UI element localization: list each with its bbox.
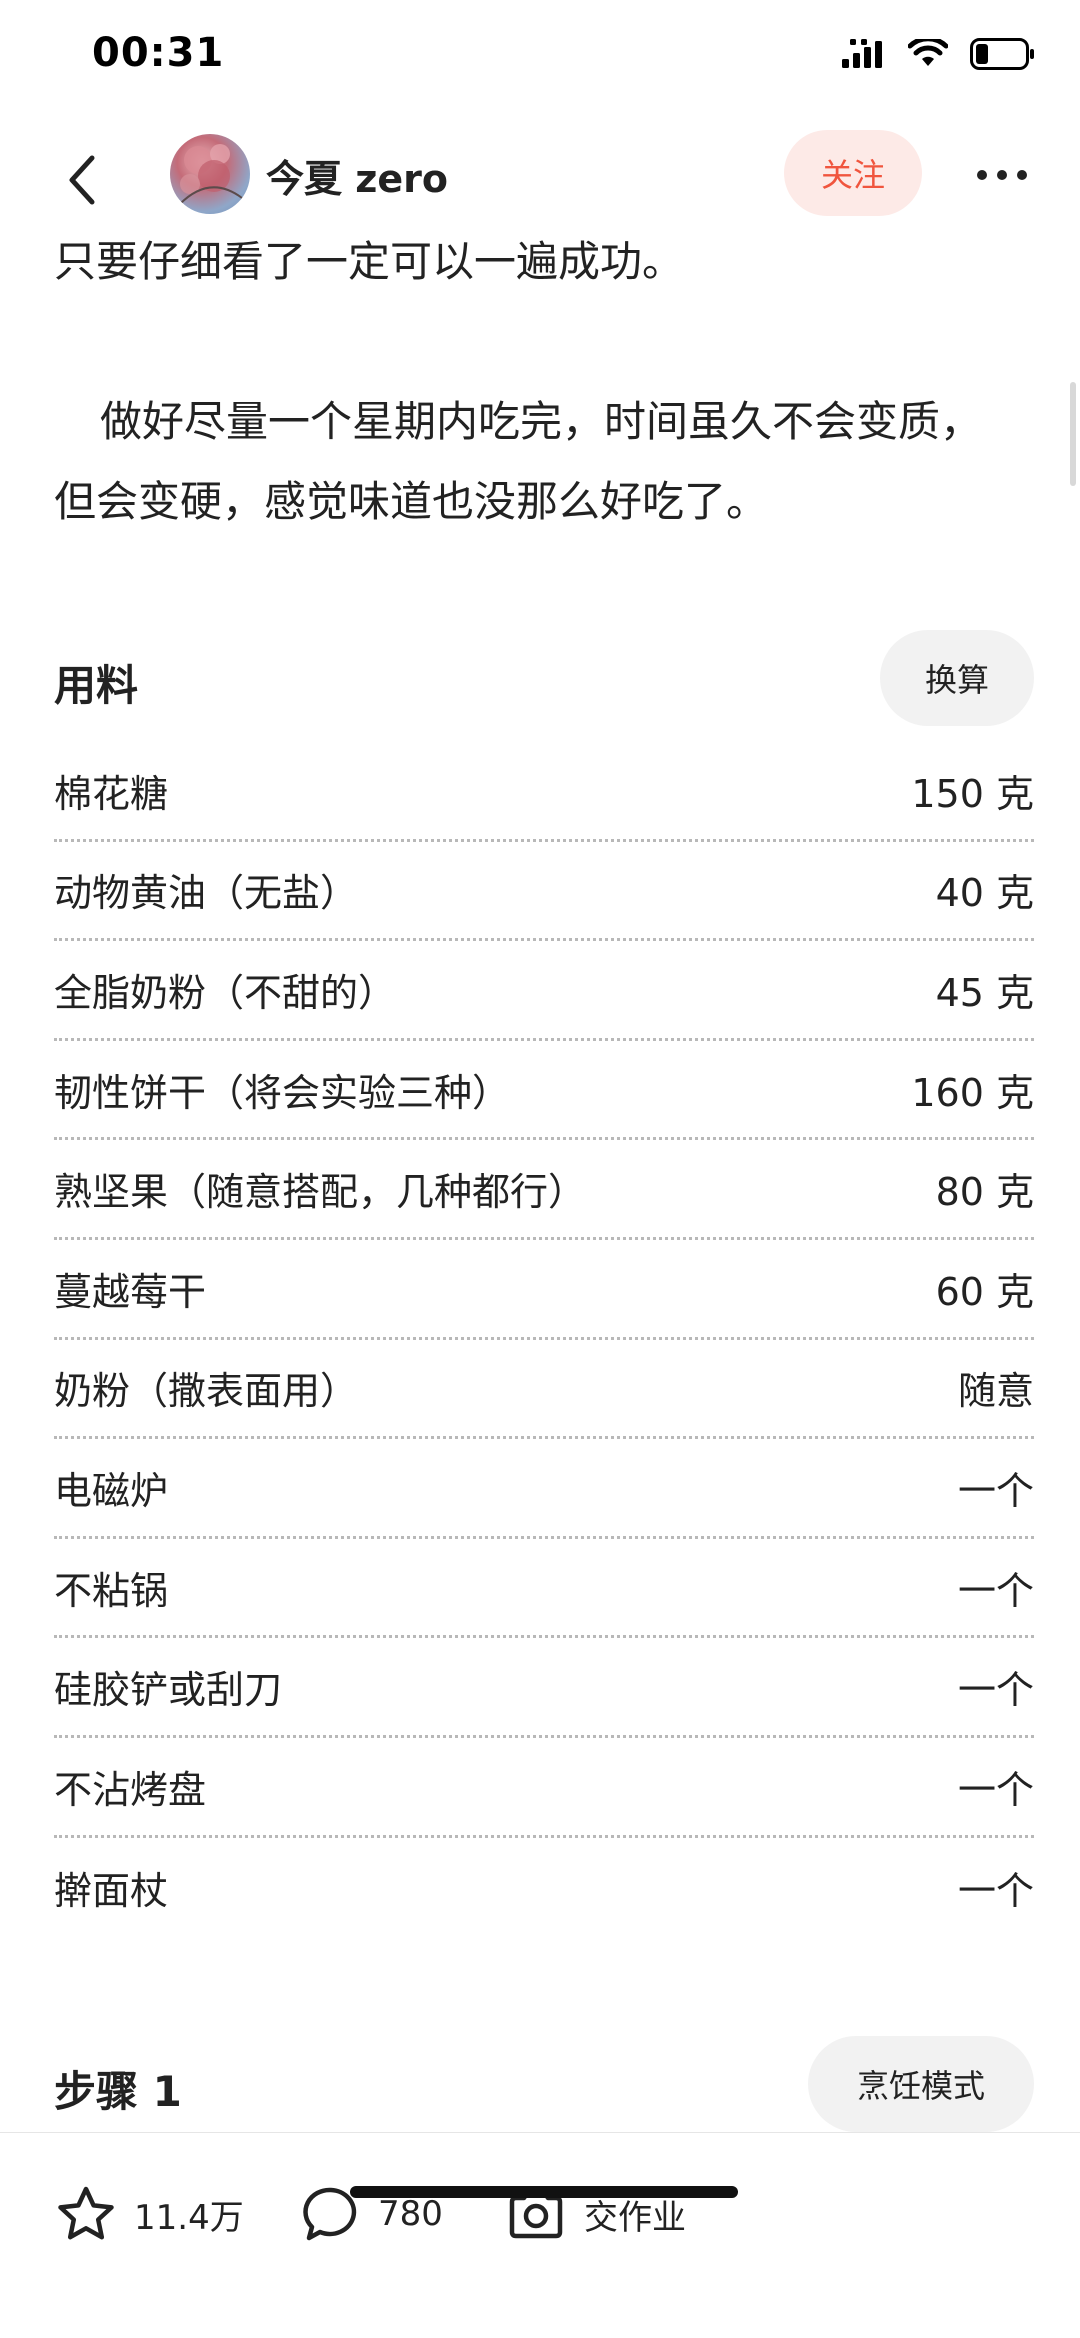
ingredient-amount: 随意: [957, 1369, 1034, 1414]
ingredient-row: 不沾烤盘 一个: [54, 1738, 1034, 1838]
ingredient-amount: 160 克: [911, 1070, 1034, 1115]
ingredient-amount: 80 克: [935, 1170, 1034, 1215]
ingredient-name: 擀面杖: [54, 1868, 169, 1913]
comments-count: 780: [378, 2194, 443, 2234]
ingredient-row: 全脂奶粉（不甜的） 45 克: [54, 941, 1034, 1041]
scroll-indicator[interactable]: [1070, 382, 1076, 486]
ingredient-amount: 40 克: [935, 871, 1034, 916]
author-name[interactable]: 今夏 zero: [266, 148, 448, 203]
star-icon: [58, 2186, 114, 2240]
ingredient-amount: 一个: [957, 1668, 1034, 1713]
follow-button[interactable]: 关注: [784, 130, 922, 216]
ingredient-name: 不沾烤盘: [54, 1767, 207, 1812]
signal-icon: [842, 39, 882, 68]
bottom-action-bar: 11.4万 780 交作业: [0, 2132, 1080, 2338]
ingredient-row: 棉花糖 150 克: [54, 742, 1034, 842]
ingredient-amount: 60 克: [935, 1269, 1034, 1314]
ingredient-name: 蔓越莓干: [54, 1269, 207, 1314]
ingredient-amount: 一个: [957, 1767, 1034, 1812]
ingredient-row: 蔓越莓干 60 克: [54, 1240, 1034, 1340]
status-time: 00:31: [92, 30, 225, 76]
ingredient-name: 全脂奶粉（不甜的）: [54, 970, 397, 1015]
ingredient-name: 硅胶铲或刮刀: [54, 1668, 283, 1713]
ingredient-name: 韧性饼干（将会实验三种）: [54, 1070, 511, 1115]
home-indicator[interactable]: [350, 2186, 738, 2198]
ingredient-row: 奶粉（撒表面用） 随意: [54, 1340, 1034, 1440]
status-bar: 00:31: [0, 0, 1080, 120]
status-icons: [842, 38, 1036, 70]
step-title: 步骤 1: [54, 2067, 182, 2116]
ingredients-title: 用料: [54, 661, 139, 710]
recipe-intro: 只要仔细看了一定可以一遍成功。 做好尽量一个星期内吃完，时间虽久不会变质，但会变…: [54, 222, 1014, 542]
favorites-count: 11.4万: [134, 2197, 244, 2238]
ingredients-header: 用料 换算: [54, 628, 1034, 728]
ingredient-name: 动物黄油（无盐）: [54, 871, 359, 916]
ingredient-row: 韧性饼干（将会实验三种） 160 克: [54, 1041, 1034, 1141]
ingredients-list: 棉花糖 150 克 动物黄油（无盐） 40 克 全脂奶粉（不甜的） 45 克 韧…: [54, 742, 1034, 1937]
ingredient-row: 不粘锅 一个: [54, 1539, 1034, 1639]
ingredient-amount: 45 克: [935, 970, 1034, 1015]
ingredient-row: 擀面杖 一个: [54, 1838, 1034, 1938]
ingredient-row: 动物黄油（无盐） 40 克: [54, 842, 1034, 942]
more-dots-icon: [977, 170, 1027, 180]
convert-button[interactable]: 换算: [880, 630, 1034, 726]
back-button[interactable]: [52, 140, 112, 220]
ingredient-name: 不粘锅: [54, 1568, 169, 1613]
ingredient-name: 电磁炉: [54, 1468, 169, 1513]
ingredient-amount: 一个: [957, 1468, 1034, 1513]
ingredient-amount: 一个: [957, 1568, 1034, 1613]
ingredient-amount: 一个: [957, 1868, 1034, 1913]
ingredient-name: 熟坚果（随意搭配，几种都行）: [54, 1170, 587, 1215]
ingredient-name: 奶粉（撒表面用）: [54, 1369, 359, 1414]
ingredient-row: 硅胶铲或刮刀 一个: [54, 1638, 1034, 1738]
ingredient-name: 棉花糖: [54, 771, 169, 816]
more-button[interactable]: [972, 150, 1032, 200]
ingredient-row: 熟坚果（随意搭配，几种都行） 80 克: [54, 1140, 1034, 1240]
step-header: 步骤 1 烹饪模式: [54, 2034, 1034, 2134]
cooking-mode-button[interactable]: 烹饪模式: [808, 2036, 1034, 2132]
battery-icon: [970, 38, 1034, 70]
ingredient-amount: 150 克: [911, 771, 1034, 816]
ingredient-row: 电磁炉 一个: [54, 1439, 1034, 1539]
author-avatar[interactable]: [170, 134, 250, 214]
intro-paragraph: 做好尽量一个星期内吃完，时间虽久不会变质，但会变硬，感觉味道也没那么好吃了。: [54, 397, 983, 526]
chevron-left-icon: [69, 155, 95, 205]
wifi-icon: [908, 39, 948, 66]
intro-paragraph: 只要仔细看了一定可以一遍成功。: [54, 237, 685, 286]
favorite-button[interactable]: 11.4万: [56, 2179, 244, 2249]
avatar-image: [179, 144, 243, 205]
